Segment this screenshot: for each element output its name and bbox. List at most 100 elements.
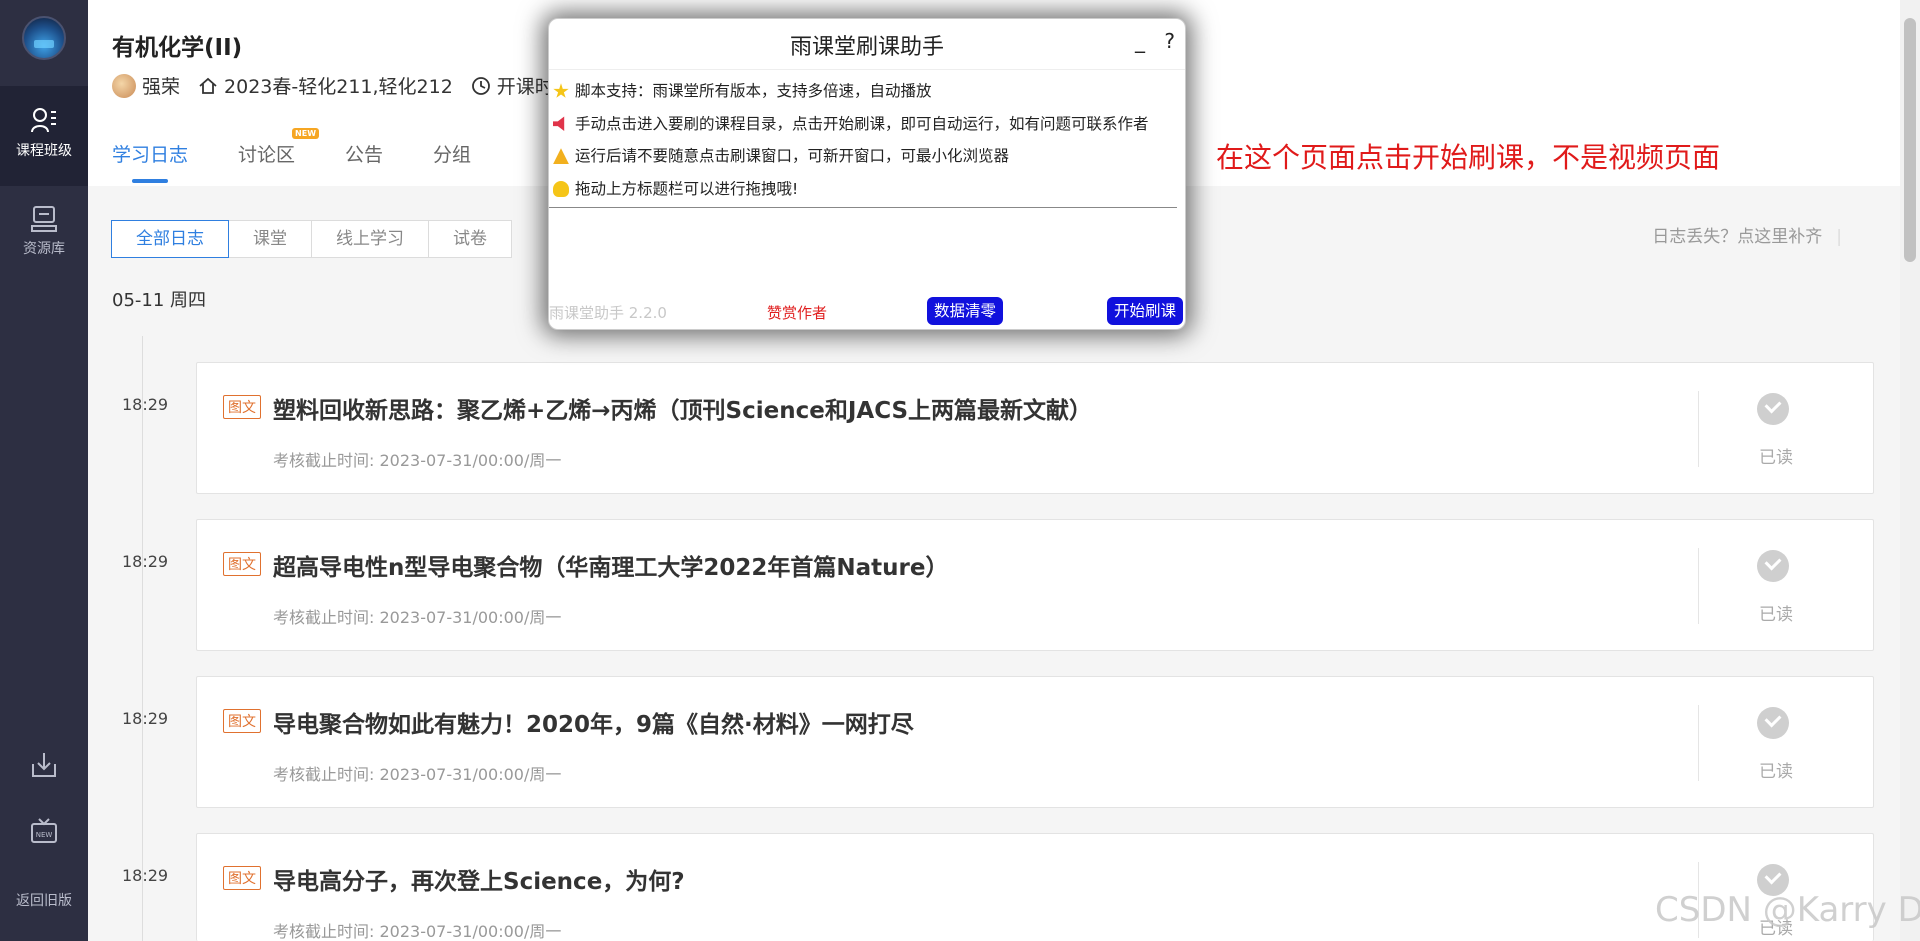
sidebar-item-download[interactable] [0, 750, 88, 784]
lightbulb-icon [553, 180, 569, 197]
filter-exam[interactable]: 试卷 [428, 220, 512, 258]
log-entry[interactable]: 图文 导电聚合物如此有魅力！2020年，9篇《自然·材料》一网打尽 考核截止时间… [196, 676, 1874, 808]
entry-time: 18:29 [122, 552, 169, 571]
info-line: 运行后请不要随意点击刷课窗口，可新开窗口，可最小化浏览器 [553, 140, 1181, 173]
popup-footer: 雨课堂助手 2.2.0 赞赏作者 数据清零 开始刷课 [549, 293, 1185, 329]
avatar [112, 73, 136, 98]
tab-label: 学习日志 [112, 144, 189, 166]
divider [1698, 548, 1699, 624]
class-info: 2023春-轻化211,轻化212 [198, 72, 453, 99]
info-line: 拖动上方标题栏可以进行拖拽哦! [553, 173, 1181, 206]
help-button[interactable]: ? [1164, 29, 1175, 53]
new-icon: NEW [31, 818, 57, 843]
entry-deadline: 考核截止时间: 2023-07-31/00:00/周一 [273, 765, 562, 784]
new-badge: NEW [292, 128, 320, 139]
info-text: 拖动上方标题栏可以进行拖拽哦! [575, 179, 799, 198]
sidebar-item-resources[interactable]: 资源库 [0, 204, 88, 258]
tab-bar: 学习日志 讨论区 NEW 公告 分组 [112, 128, 521, 183]
course-title: 有机化学(II) [112, 35, 243, 61]
lost-log-link[interactable]: 日志丢失？点这里补齐 [1652, 222, 1842, 247]
teacher: 强荣 [112, 72, 180, 99]
status-text: 开课时 [496, 76, 554, 98]
tab-groups[interactable]: 分组 [433, 140, 471, 183]
version-label: 雨课堂助手 2.2.0 [549, 304, 667, 322]
type-tag: 图文 [223, 866, 261, 890]
log-entry[interactable]: 图文 导电高分子，再次登上Science，为何? 考核截止时间: 2023-07… [196, 833, 1874, 941]
annotation-text: 在这个页面点击开始刷课，不是视频页面 [1216, 141, 1721, 174]
entry-time: 18:29 [122, 709, 169, 728]
info-text: 手动点击进入要刷的课程目录，点击开始刷课，即可自动运行，如有问题可联系作者 [575, 114, 1149, 133]
info-line: 脚本支持：雨课堂所有版本，支持多倍速，自动播放 [553, 75, 1181, 108]
scroll-thumb[interactable] [1904, 18, 1916, 262]
divider [549, 207, 1177, 208]
info-text: 运行后请不要随意点击刷课窗口，可新开窗口，可最小化浏览器 [575, 147, 1010, 165]
star-icon [553, 83, 569, 98]
check-icon [1757, 707, 1789, 739]
entry-time: 18:29 [122, 395, 169, 414]
scrollbar[interactable] [1900, 0, 1920, 941]
entry-title[interactable]: 超高导电性n型导电聚合物（华南理工大学2022年首篇Nature） [273, 548, 948, 582]
download-icon [32, 753, 56, 777]
minimize-button[interactable]: _ [1135, 29, 1145, 53]
info-line: 手动点击进入要刷的课程目录，点击开始刷课，即可自动运行，如有问题可联系作者 [553, 108, 1181, 141]
watermark: CSDN @Karry D [1655, 890, 1920, 930]
warning-icon [553, 148, 569, 165]
tab-label: 公告 [345, 144, 384, 166]
tab-label: 分组 [433, 144, 472, 166]
tab-discussion[interactable]: 讨论区 NEW [238, 128, 320, 183]
filter-all[interactable]: 全部日志 [111, 220, 229, 258]
teacher-name: 强荣 [142, 76, 181, 98]
info-text: 脚本支持：雨课堂所有版本，支持多倍速，自动播放 [575, 82, 932, 100]
entry-deadline: 考核截止时间: 2023-07-31/00:00/周一 [273, 608, 562, 627]
log-entry[interactable]: 图文 塑料回收新思路：聚乙烯+乙烯→丙烯（顶刊Science和JACS上两篇最新… [196, 362, 1874, 494]
log-filters: 全部日志 课堂 线上学习 试卷 [111, 220, 512, 258]
class-names: 2023春-轻化211,轻化212 [224, 76, 453, 98]
entry-time: 18:29 [122, 866, 169, 885]
tab-announcements[interactable]: 公告 [345, 140, 383, 183]
sidebar-item-label: 资源库 [23, 241, 65, 257]
divider [549, 69, 1185, 70]
back-to-old-version[interactable]: 返回旧版 [0, 890, 88, 910]
read-status: 已读 [1759, 762, 1793, 782]
sidebar-item-classes[interactable]: 课程班级 [0, 86, 88, 186]
filter-online[interactable]: 线上学习 [311, 220, 429, 258]
home-icon [199, 77, 217, 94]
clear-data-button[interactable]: 数据清零 [927, 297, 1004, 325]
entry-title[interactable]: 塑料回收新思路：聚乙烯+乙烯→丙烯（顶刊Science和JACS上两篇最新文献） [273, 391, 1092, 425]
entry-deadline: 考核截止时间: 2023-07-31/00:00/周一 [273, 922, 562, 941]
course-status: 开课时 [471, 72, 554, 99]
type-tag: 图文 [223, 709, 261, 733]
timeline-line [142, 336, 143, 941]
sidebar-item-new[interactable]: NEW [0, 816, 88, 850]
type-tag: 图文 [223, 552, 261, 576]
sidebar: 课程班级 资源库 NEW 返回旧版 [0, 0, 88, 941]
divider [1698, 391, 1699, 467]
logo[interactable] [22, 16, 66, 60]
popup-title[interactable]: 雨课堂刷课助手 [549, 29, 1185, 61]
entry-title[interactable]: 导电高分子，再次登上Science，为何? [273, 862, 685, 896]
resource-icon [31, 206, 57, 232]
type-tag: 图文 [223, 395, 261, 419]
svg-text:NEW: NEW [36, 831, 53, 839]
entry-title[interactable]: 导电聚合物如此有魅力！2020年，9篇《自然·材料》一网打尽 [273, 705, 914, 739]
read-status: 已读 [1759, 605, 1793, 625]
megaphone-icon [553, 116, 565, 131]
clock-icon [471, 76, 490, 95]
popup-info: 脚本支持：雨课堂所有版本，支持多倍速，自动播放 手动点击进入要刷的课程目录，点击… [553, 75, 1181, 205]
sidebar-item-label: 课程班级 [16, 143, 72, 159]
start-button[interactable]: 开始刷课 [1106, 297, 1183, 325]
entry-deadline: 考核截止时间: 2023-07-31/00:00/周一 [273, 451, 562, 470]
helper-popup: 雨课堂刷课助手 _ ? 脚本支持：雨课堂所有版本，支持多倍速，自动播放 手动点击… [548, 18, 1186, 330]
log-entry[interactable]: 图文 超高导电性n型导电聚合物（华南理工大学2022年首篇Nature） 考核截… [196, 519, 1874, 651]
filter-classroom[interactable]: 课堂 [228, 220, 312, 258]
read-status: 已读 [1759, 448, 1793, 468]
date-label: 05-11 周四 [112, 290, 207, 311]
class-icon [31, 108, 56, 133]
course-meta: 强荣 2023春-轻化211,轻化212 开课时 [112, 72, 554, 99]
tab-label: 讨论区 [238, 144, 296, 166]
support-author-link[interactable]: 赞赏作者 [767, 302, 827, 323]
tab-learning-log[interactable]: 学习日志 [112, 140, 188, 183]
check-icon [1757, 393, 1789, 425]
divider [1698, 705, 1699, 781]
check-icon [1757, 550, 1789, 582]
